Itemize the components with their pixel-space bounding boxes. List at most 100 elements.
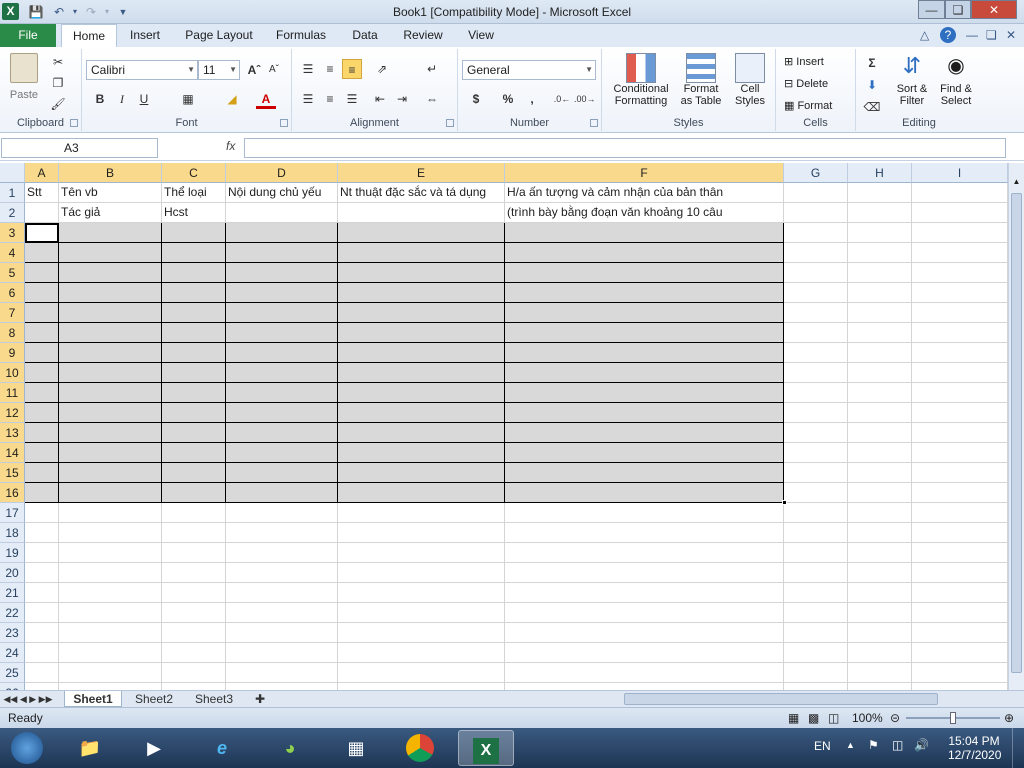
select-all-button[interactable] xyxy=(0,163,25,183)
name-box[interactable]: A3 xyxy=(1,138,158,158)
cell-i8[interactable] xyxy=(912,323,1008,343)
unikey-icon[interactable]: ▦ xyxy=(328,730,384,766)
cell-g18[interactable] xyxy=(784,523,848,543)
cell-a2[interactable] xyxy=(25,203,59,223)
cell-c22[interactable] xyxy=(162,603,226,623)
cell-h3[interactable] xyxy=(848,223,912,243)
cell-g22[interactable] xyxy=(784,603,848,623)
cell-g5[interactable] xyxy=(784,263,848,283)
cell-c13[interactable] xyxy=(162,423,226,443)
cell-a3[interactable] xyxy=(25,223,59,243)
align-right-icon[interactable]: ☰ xyxy=(342,89,362,109)
cell-b18[interactable] xyxy=(59,523,162,543)
cell-h17[interactable] xyxy=(848,503,912,523)
font-name-select[interactable]: Calibri ▼ xyxy=(86,60,198,80)
cell-a5[interactable] xyxy=(25,263,59,283)
cell-g9[interactable] xyxy=(784,343,848,363)
row-header-7[interactable]: 7 xyxy=(0,303,25,323)
column-header-g[interactable]: G xyxy=(784,163,848,183)
cell-g11[interactable] xyxy=(784,383,848,403)
cell-f4[interactable] xyxy=(505,243,784,263)
cell-f15[interactable] xyxy=(505,463,784,483)
cell-f24[interactable] xyxy=(505,643,784,663)
cell-i18[interactable] xyxy=(912,523,1008,543)
cell-e13[interactable] xyxy=(338,423,505,443)
cell-d23[interactable] xyxy=(226,623,338,643)
cell-f12[interactable] xyxy=(505,403,784,423)
cell-c19[interactable] xyxy=(162,543,226,563)
cell-e9[interactable] xyxy=(338,343,505,363)
cell-c1[interactable]: Thể loại xyxy=(162,183,226,203)
media-player-icon[interactable]: ▶ xyxy=(126,730,182,766)
cell-g1[interactable] xyxy=(784,183,848,203)
cell-h10[interactable] xyxy=(848,363,912,383)
borders-icon[interactable]: ▦ xyxy=(178,89,198,109)
row-header-17[interactable]: 17 xyxy=(0,503,25,523)
language-indicator[interactable]: EN xyxy=(814,739,831,768)
cell-d9[interactable] xyxy=(226,343,338,363)
minimize-button[interactable]: — xyxy=(918,0,945,19)
cell-f26[interactable] xyxy=(505,683,784,690)
cell-e1[interactable]: Nt thuật đặc sắc và tá dụng xyxy=(338,183,505,203)
column-header-a[interactable]: A xyxy=(25,163,59,183)
cell-f8[interactable] xyxy=(505,323,784,343)
align-center-icon[interactable]: ≡ xyxy=(320,89,340,109)
cell-d12[interactable] xyxy=(226,403,338,423)
tab-file[interactable]: File xyxy=(0,24,56,47)
format-cells-button[interactable]: ▦ Format xyxy=(784,99,832,112)
cell-f5[interactable] xyxy=(505,263,784,283)
clipboard-launcher-icon[interactable] xyxy=(70,119,78,127)
cell-f2[interactable]: (trình bày bằng đoạn văn khoảng 10 câu xyxy=(505,203,784,223)
comma-button[interactable]: , xyxy=(522,89,542,109)
cell-a22[interactable] xyxy=(25,603,59,623)
cell-i7[interactable] xyxy=(912,303,1008,323)
cell-i13[interactable] xyxy=(912,423,1008,443)
cell-h25[interactable] xyxy=(848,663,912,683)
cell-e15[interactable] xyxy=(338,463,505,483)
cell-g6[interactable] xyxy=(784,283,848,303)
cell-h1[interactable] xyxy=(848,183,912,203)
cell-e18[interactable] xyxy=(338,523,505,543)
cell-d22[interactable] xyxy=(226,603,338,623)
workbook-restore-icon[interactable]: ❏ xyxy=(986,28,997,42)
cell-i17[interactable] xyxy=(912,503,1008,523)
tab-data[interactable]: Data xyxy=(346,24,384,47)
cell-a10[interactable] xyxy=(25,363,59,383)
cell-d20[interactable] xyxy=(226,563,338,583)
align-bottom-icon[interactable]: ≡ xyxy=(342,59,362,79)
cell-b15[interactable] xyxy=(59,463,162,483)
row-header-18[interactable]: 18 xyxy=(0,523,25,543)
row-header-11[interactable]: 11 xyxy=(0,383,25,403)
cell-a21[interactable] xyxy=(25,583,59,603)
alignment-launcher-icon[interactable] xyxy=(446,119,454,127)
cell-c9[interactable] xyxy=(162,343,226,363)
cell-h5[interactable] xyxy=(848,263,912,283)
cell-i19[interactable] xyxy=(912,543,1008,563)
format-as-table-button[interactable]: Format as Table xyxy=(676,53,726,107)
cut-icon[interactable]: ✂ xyxy=(48,52,68,72)
row-header-6[interactable]: 6 xyxy=(0,283,25,303)
cell-g16[interactable] xyxy=(784,483,848,503)
cell-b8[interactable] xyxy=(59,323,162,343)
cell-e24[interactable] xyxy=(338,643,505,663)
tab-formulas[interactable]: Formulas xyxy=(270,24,332,47)
cell-a4[interactable] xyxy=(25,243,59,263)
normal-view-icon[interactable]: ▦ xyxy=(788,711,799,725)
sheet-tab-sheet2[interactable]: Sheet2 xyxy=(126,691,182,707)
cell-e16[interactable] xyxy=(338,483,505,503)
cell-e17[interactable] xyxy=(338,503,505,523)
cell-b6[interactable] xyxy=(59,283,162,303)
row-header-19[interactable]: 19 xyxy=(0,543,25,563)
workbook-close-icon[interactable]: ✕ xyxy=(1006,28,1016,42)
show-desktop-button[interactable] xyxy=(1012,728,1024,768)
font-color-icon[interactable]: A xyxy=(256,89,276,109)
cell-f20[interactable] xyxy=(505,563,784,583)
row-header-24[interactable]: 24 xyxy=(0,643,25,663)
cell-g25[interactable] xyxy=(784,663,848,683)
cell-c20[interactable] xyxy=(162,563,226,583)
cell-d13[interactable] xyxy=(226,423,338,443)
chrome-icon[interactable] xyxy=(392,730,448,766)
cell-i3[interactable] xyxy=(912,223,1008,243)
cell-g4[interactable] xyxy=(784,243,848,263)
cell-b1[interactable]: Tên vb xyxy=(59,183,162,203)
